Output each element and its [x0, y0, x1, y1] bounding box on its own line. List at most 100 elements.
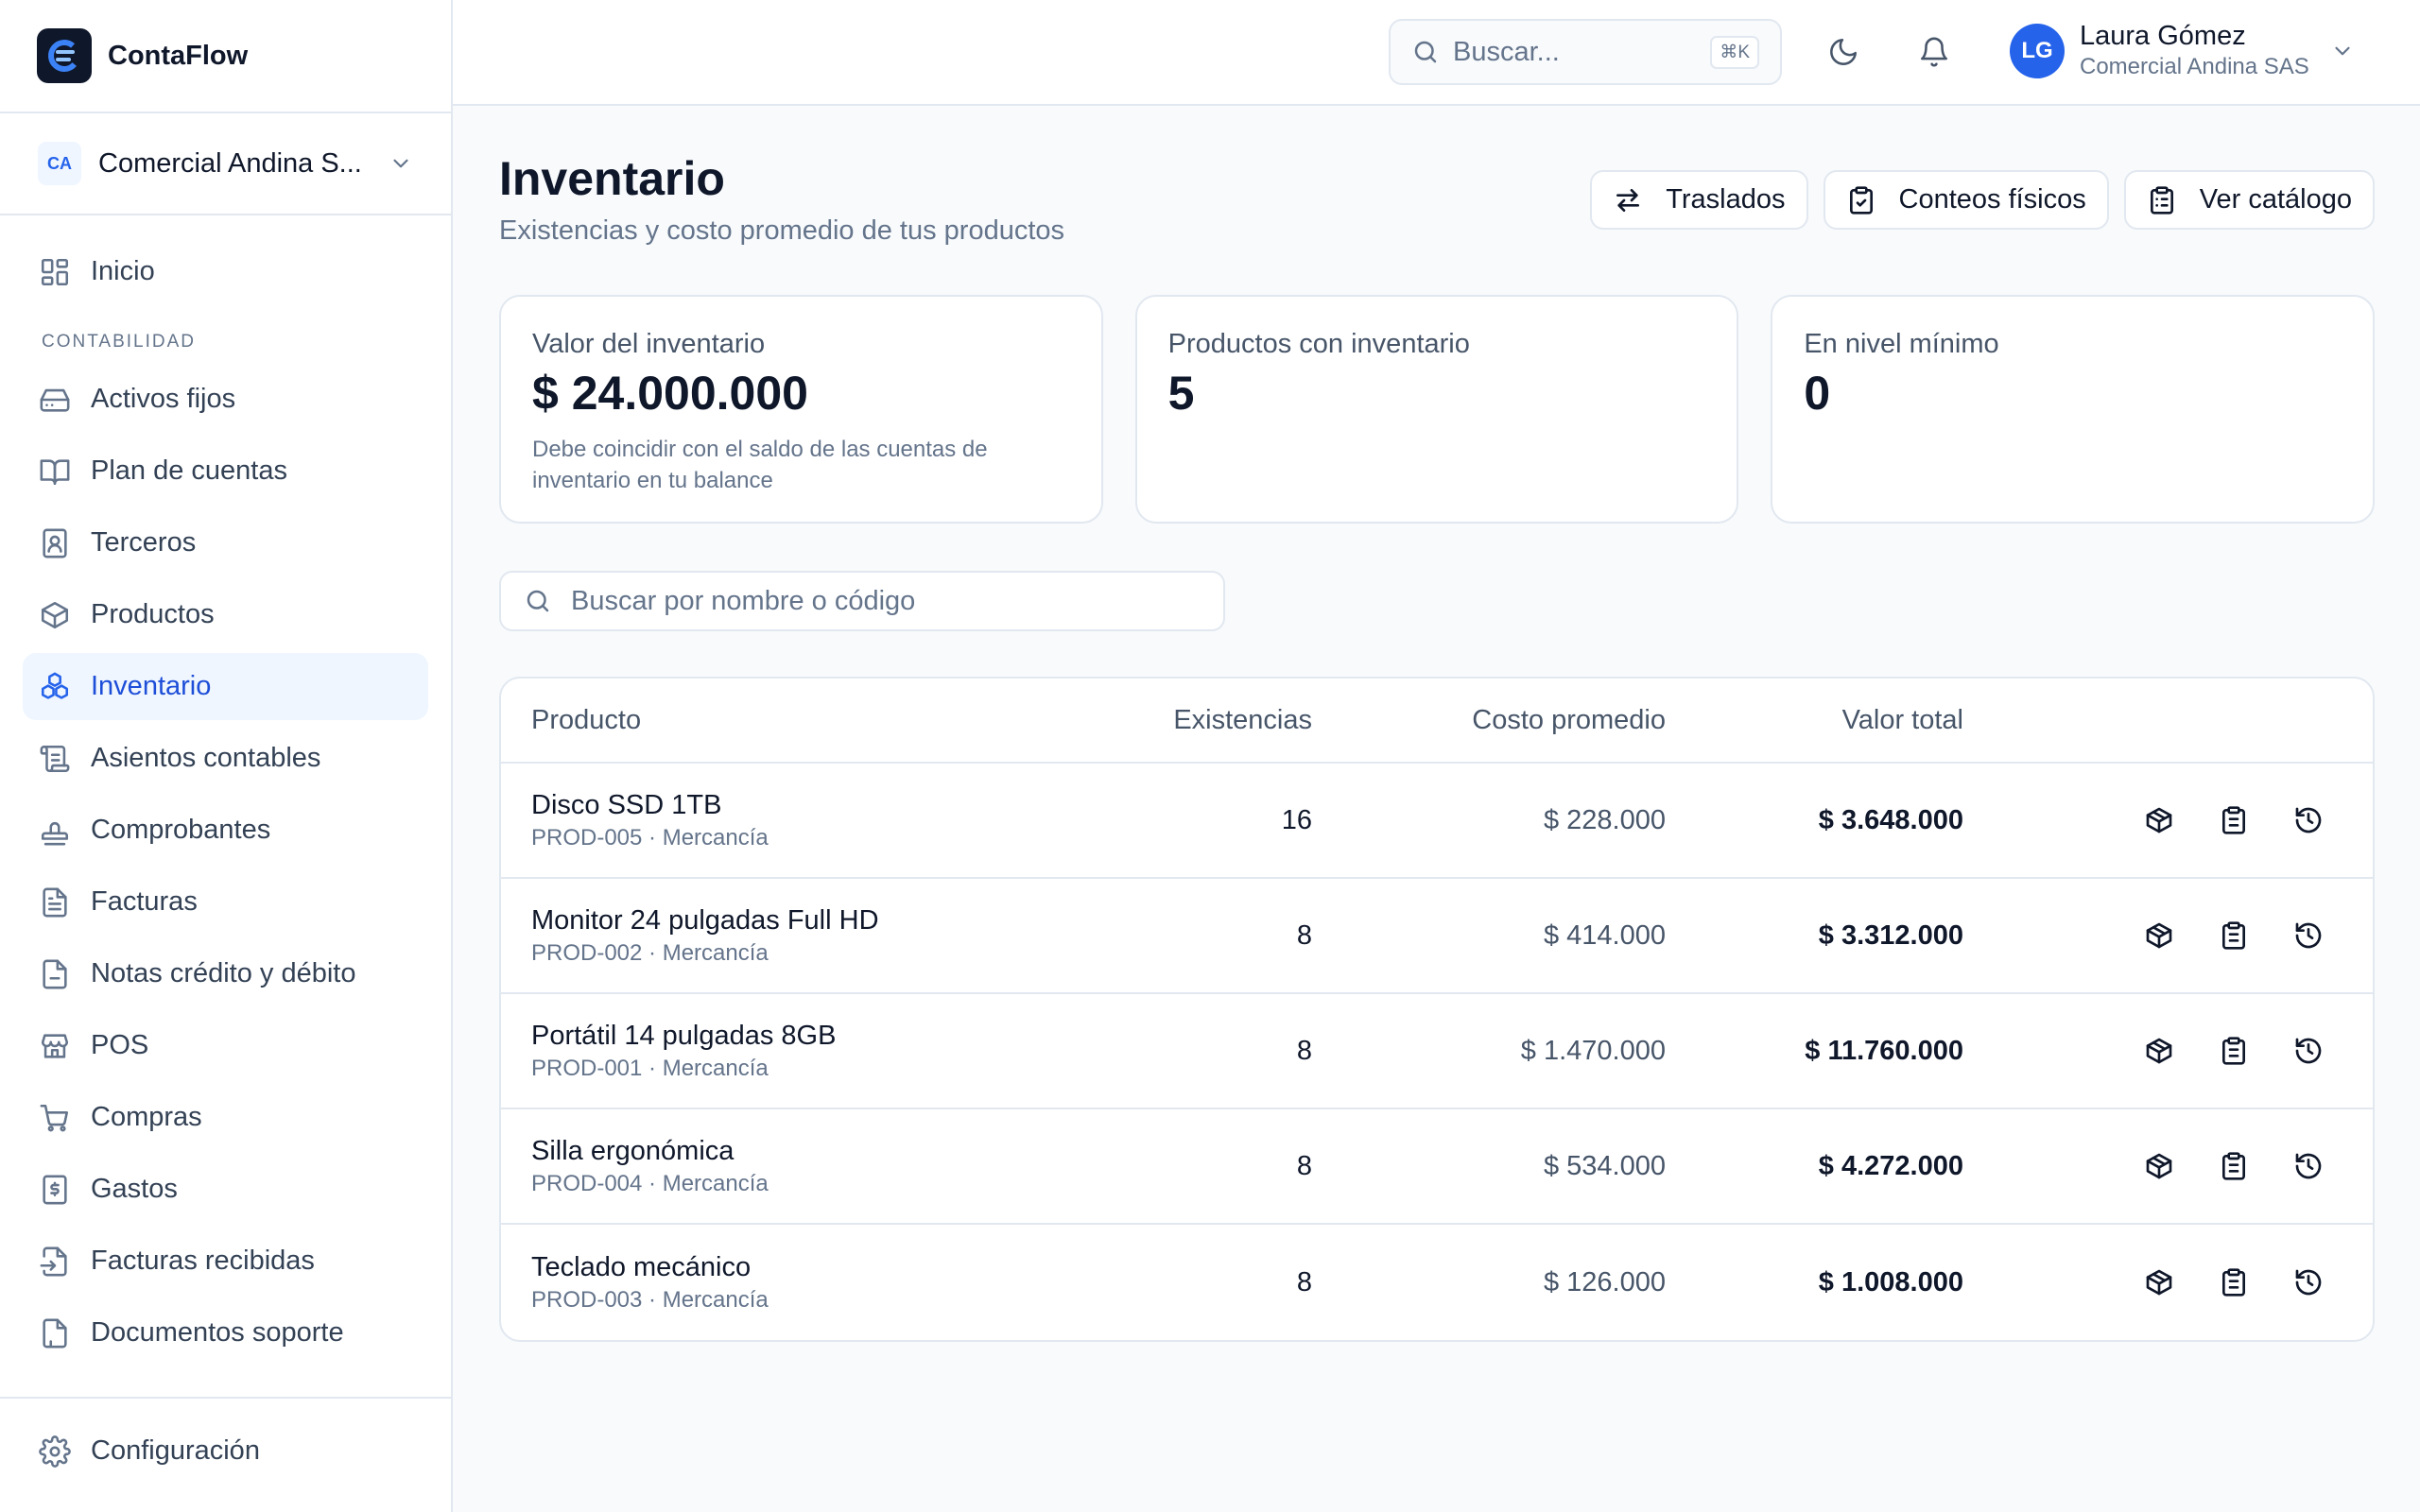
- moon-icon[interactable]: [1827, 36, 1859, 68]
- sidebar-item-label: Facturas recibidas: [91, 1246, 315, 1276]
- cost-cell: $ 534.000: [1543, 1150, 1666, 1181]
- product-meta: PROD-004 · Mercancía: [531, 1170, 769, 1196]
- sidebar-item-comprobantes[interactable]: Comprobantes: [23, 797, 428, 864]
- clipboard-list-icon[interactable]: [2219, 920, 2249, 951]
- clipboard-check-icon: [1849, 185, 1873, 215]
- file-input-icon: [40, 1246, 67, 1276]
- history-icon[interactable]: [2293, 1036, 2324, 1066]
- user-menu[interactable]: LG Laura Gómez Comercial Andina SAS: [2010, 21, 2355, 80]
- sidebar-item-gastos[interactable]: Gastos: [23, 1156, 428, 1223]
- ver-catalogo-button[interactable]: Ver catálogo: [2123, 170, 2375, 230]
- conteos-fisicos-button[interactable]: Conteos físicos: [1823, 170, 2109, 230]
- package-icon[interactable]: [2144, 1036, 2174, 1066]
- total-cell: $ 11.760.000: [1805, 1035, 1963, 1066]
- chevron-down-icon: [2335, 46, 2350, 55]
- app-name: ContaFlow: [108, 40, 249, 71]
- stock-cell: 8: [1296, 1035, 1312, 1066]
- history-icon[interactable]: [2293, 805, 2324, 835]
- sidebar-item-label: Gastos: [91, 1174, 178, 1204]
- sidebar-item-inicio[interactable]: Inicio: [23, 238, 428, 305]
- sidebar-item-pos[interactable]: POS: [23, 1012, 428, 1079]
- total-cell: $ 4.272.000: [1818, 1150, 1963, 1181]
- sidebar-item-facturas[interactable]: Facturas: [23, 868, 428, 936]
- sidebar-item-notas-credito-debito[interactable]: Notas crédito y débito: [23, 940, 428, 1007]
- sidebar-item-configuracion[interactable]: Configuración: [23, 1418, 428, 1485]
- clipboard-list-icon[interactable]: [2219, 1036, 2249, 1066]
- sidebar-item-label: Documentos soporte: [91, 1317, 344, 1348]
- card-label: Valor del inventario: [532, 329, 766, 359]
- traslados-button[interactable]: Traslados: [1590, 170, 1808, 230]
- company-switcher[interactable]: CA Comercial Andina S...: [0, 113, 451, 215]
- column-header-stock[interactable]: Existencias: [1002, 705, 1312, 736]
- sidebar-item-plan-de-cuentas[interactable]: Plan de cuentas: [23, 438, 428, 505]
- product-meta: PROD-003 · Mercancía: [531, 1286, 769, 1313]
- history-icon[interactable]: [2293, 1151, 2324, 1181]
- sidebar-item-label: Notas crédito y débito: [91, 958, 356, 988]
- card-products-with-stock: Productos con inventario 5: [1134, 295, 1739, 524]
- table-row[interactable]: Monitor 24 pulgadas Full HD PROD-002 · M…: [501, 879, 2373, 994]
- sidebar-item-label: Facturas: [91, 886, 198, 917]
- sidebar-item-productos[interactable]: Productos: [23, 581, 428, 648]
- cart-icon: [40, 1104, 69, 1131]
- sidebar-item-compras[interactable]: Compras: [23, 1084, 428, 1151]
- sidebar-item-activos-fijos[interactable]: Activos fijos: [23, 366, 428, 433]
- contact-icon: [43, 528, 67, 558]
- chevron-down-icon: [393, 159, 408, 168]
- sidebar-item-label: Productos: [91, 599, 215, 629]
- history-icon[interactable]: [2293, 920, 2324, 951]
- topbar: Buscar... ⌘K LG Laura Gómez Comercial An…: [453, 0, 2420, 106]
- history-icon[interactable]: [2293, 1267, 2324, 1297]
- table-row[interactable]: Portátil 14 pulgadas 8GB PROD-001 · Merc…: [501, 994, 2373, 1109]
- search-shortcut-badge: ⌘K: [1710, 35, 1759, 69]
- sidebar-item-documentos-soporte[interactable]: Documentos soporte: [23, 1299, 428, 1366]
- stock-cell: 16: [1281, 804, 1312, 835]
- sidebar: ContaFlow CA Comercial Andina S... Inici…: [0, 0, 453, 1512]
- sidebar-item-label: Asientos contables: [91, 743, 321, 773]
- column-header-total[interactable]: Valor total: [1666, 705, 1963, 736]
- cost-cell: $ 414.000: [1543, 919, 1666, 951]
- clipboard-list-icon[interactable]: [2219, 1267, 2249, 1297]
- arrows-swap-icon: [1616, 188, 1640, 212]
- package-icon[interactable]: [2144, 920, 2174, 951]
- sidebar-item-label: Inventario: [91, 671, 212, 701]
- bell-icon[interactable]: [1918, 36, 1950, 68]
- card-value: $ 24.000.000: [532, 367, 808, 420]
- page-actions: Traslados Conteos físicos Ver catálogo: [1590, 170, 2375, 230]
- package-icon[interactable]: [2144, 1267, 2174, 1297]
- sidebar-item-asientos-contables[interactable]: Asientos contables: [23, 725, 428, 792]
- table-row[interactable]: Teclado mecánico PROD-003 · Mercancía 8 …: [501, 1225, 2373, 1340]
- button-label: Conteos físicos: [1898, 184, 2086, 215]
- product-meta: PROD-002 · Mercancía: [531, 939, 769, 966]
- store-icon: [41, 1033, 69, 1058]
- global-search-input[interactable]: Buscar... ⌘K: [1389, 19, 1782, 85]
- column-header-cost[interactable]: Costo promedio: [1312, 705, 1666, 736]
- table-row[interactable]: Silla ergonómica PROD-004 · Mercancía 8 …: [501, 1109, 2373, 1225]
- stamp-icon: [41, 821, 69, 845]
- product-cell: Disco SSD 1TB PROD-005 · Mercancía: [501, 790, 1002, 851]
- package-icon[interactable]: [2144, 1151, 2174, 1181]
- page-title: Inventario: [499, 152, 725, 205]
- product-search-input[interactable]: Buscar por nombre o código: [499, 571, 1225, 631]
- table-row[interactable]: Disco SSD 1TB PROD-005 · Mercancía 16 $ …: [501, 764, 2373, 879]
- company-name: Comercial Andina S...: [98, 147, 362, 179]
- package-icon[interactable]: [2144, 805, 2174, 835]
- sidebar-footer: Configuración: [0, 1397, 451, 1489]
- product-meta: PROD-001 · Mercancía: [531, 1055, 769, 1081]
- product-cell: Portátil 14 pulgadas 8GB PROD-001 · Merc…: [501, 1021, 1002, 1082]
- sidebar-item-facturas-recibidas[interactable]: Facturas recibidas: [23, 1228, 428, 1295]
- card-label: En nivel mínimo: [1804, 329, 1999, 359]
- column-header-product[interactable]: Producto: [501, 705, 1002, 736]
- search-icon: [1414, 41, 1437, 63]
- clipboard-list-icon[interactable]: [2219, 805, 2249, 835]
- company-badge: CA: [38, 142, 81, 185]
- row-actions: [1963, 1151, 2373, 1181]
- brand[interactable]: ContaFlow: [0, 0, 451, 113]
- package-icon: [41, 601, 69, 628]
- sidebar-item-inventario[interactable]: Inventario: [23, 653, 428, 720]
- dashboard-icon: [41, 258, 69, 285]
- sidebar-item-label: POS: [91, 1030, 149, 1060]
- product-cell: Teclado mecánico PROD-003 · Mercancía: [501, 1252, 1002, 1314]
- clipboard-list-icon[interactable]: [2219, 1151, 2249, 1181]
- total-cell: $ 3.648.000: [1818, 804, 1963, 835]
- sidebar-item-terceros[interactable]: Terceros: [23, 509, 428, 576]
